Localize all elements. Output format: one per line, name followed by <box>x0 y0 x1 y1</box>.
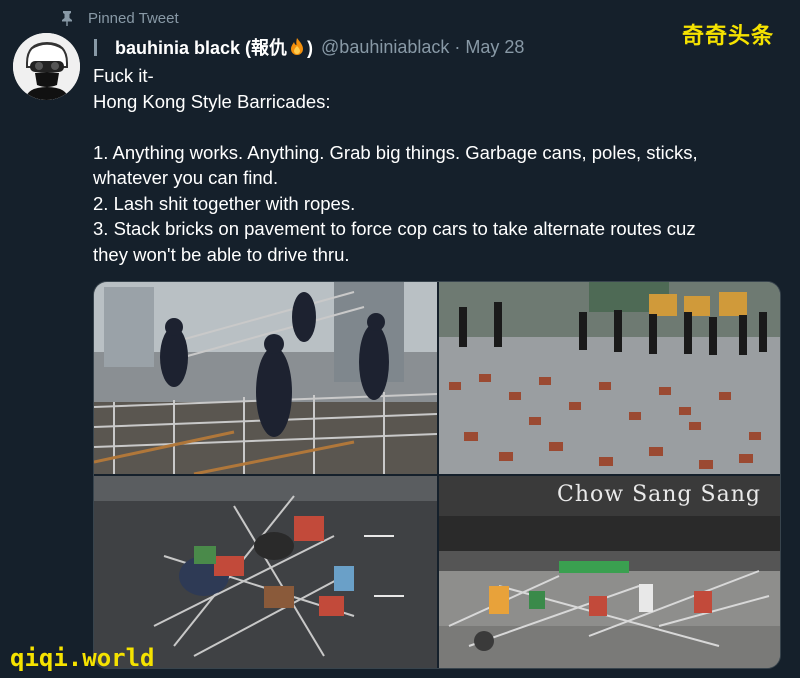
pinned-label: Pinned Tweet <box>88 9 179 27</box>
thread-line <box>94 38 97 56</box>
store-sign: Chow Sang Sang <box>557 482 761 507</box>
watermark-bottom: qiqi.world <box>10 644 155 672</box>
tweet-line: 3. Stack bricks on pavement to force cop… <box>93 218 696 239</box>
photo-bricks-road[interactable] <box>439 282 780 474</box>
photo-store-barricade[interactable]: Chow Sang Sang <box>439 476 780 668</box>
tweet-date[interactable]: May 28 <box>465 37 524 58</box>
tweet-media-grid: Chow Sang Sang <box>93 281 781 669</box>
pinned-tweet-indicator: Pinned Tweet <box>60 8 179 28</box>
tweet-line: they won't be able to drive thru. <box>93 243 350 265</box>
avatar[interactable] <box>13 33 80 100</box>
separator-dot: · <box>454 36 461 57</box>
tweet-header: bauhinia black (報仇) @bauhiniablack · May… <box>94 36 524 58</box>
tweet-blank-line <box>93 114 793 140</box>
tweet-line: Fuck it- <box>93 65 154 86</box>
photo-debris-barricade[interactable] <box>94 476 437 668</box>
tweet-line: 1. Anything works. Anything. Grab big th… <box>93 141 698 163</box>
tweet-line: Hong Kong Style Barricades: <box>93 90 331 112</box>
watermark-top: 奇奇头条 <box>682 24 775 49</box>
tweet-line: whatever you can find. <box>93 167 279 188</box>
photo-police-barriers[interactable] <box>94 282 437 474</box>
tweet-line: 2. Lash shit together with ropes. <box>93 192 356 214</box>
tweet-text: Fuck it- Hong Kong Style Barricades: 1. … <box>93 63 793 267</box>
author-name[interactable]: bauhinia black (報仇) <box>115 34 313 61</box>
fire-emoji-icon <box>289 37 305 60</box>
pin-icon <box>60 10 74 26</box>
author-handle[interactable]: @bauhiniablack <box>321 37 449 58</box>
